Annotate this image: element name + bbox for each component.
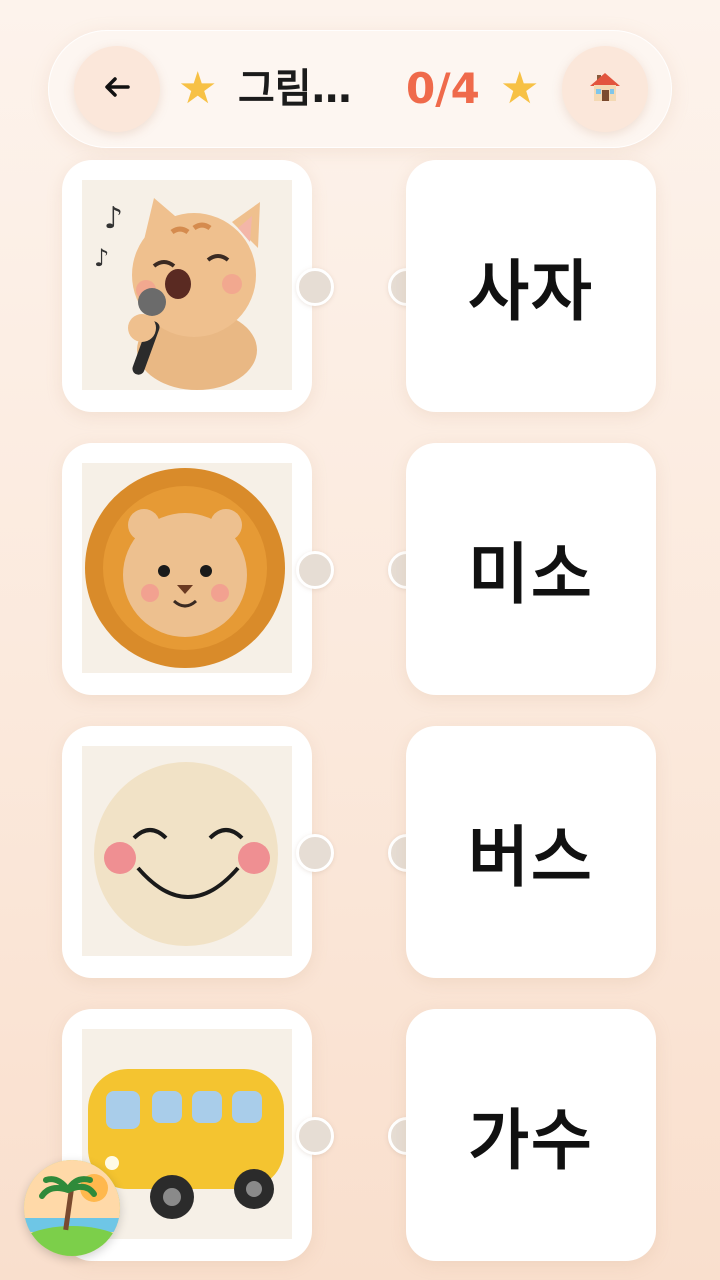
house-icon [588,71,622,107]
lion-icon [82,463,292,673]
word-label: 버스 [468,819,594,896]
word-card-3[interactable]: 버스 [406,726,656,978]
smiley-face-icon [82,746,292,956]
svg-text:♪: ♪ [94,244,109,272]
match-dot-picture-2[interactable] [296,551,334,589]
singing-kitten-icon: ♪ ♪ [82,180,292,390]
picture-card-kitten[interactable]: ♪ ♪ [62,160,312,412]
picture-card-lion[interactable] [62,443,312,695]
word-card-1[interactable]: 사자 [406,160,656,412]
svg-text:♪: ♪ [104,201,123,236]
word-label: 사자 [468,253,594,330]
star-icon: ★ [178,63,218,114]
star-icon: ★ [500,63,540,114]
match-dot-picture-4[interactable] [296,1117,334,1155]
word-card-2[interactable]: 미소 [406,443,656,695]
match-dot-picture-3[interactable] [296,834,334,872]
page-title: 그림… [238,66,352,112]
match-dot-picture-1[interactable] [296,268,334,306]
word-label: 미소 [468,536,594,613]
picture-card-smiley[interactable] [62,726,312,978]
beach-palm-logo[interactable] [24,1160,120,1256]
word-card-4[interactable]: 가수 [406,1009,656,1261]
top-bar: ★ 그림… 0/4 ★ [48,30,672,148]
arrow-left-icon [104,76,130,102]
back-button[interactable] [74,46,160,132]
home-button[interactable] [562,46,648,132]
score-counter: 0/4 [406,64,480,113]
word-label: 가수 [468,1102,594,1179]
